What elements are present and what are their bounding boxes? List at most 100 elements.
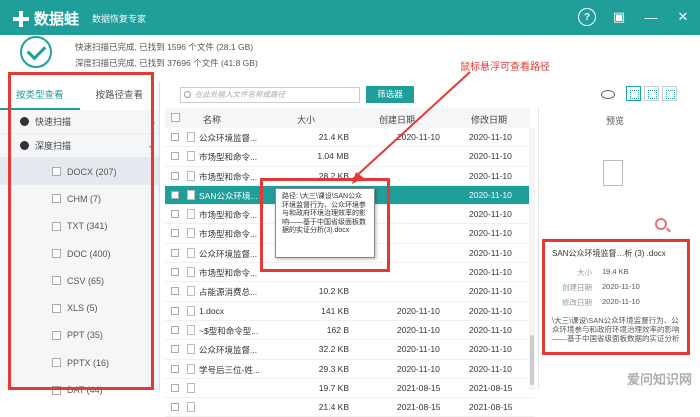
tab-by-type[interactable]: 按类型查看 [0, 82, 80, 110]
table-row[interactable]: 19.7 KB 2021-08-15 2021-08-15 [165, 379, 535, 399]
row-checkbox[interactable] [171, 171, 179, 180]
type-item[interactable]: CSV (65) [0, 267, 159, 294]
info-key: 大小 [577, 268, 592, 277]
tree-deep-scan[interactable]: 深度扫描 ⌄ [0, 134, 159, 158]
checkbox[interactable] [52, 303, 61, 313]
check-dot-icon [20, 117, 29, 126]
info-key: 创建日期 [562, 283, 592, 292]
app-subtitle: 数据恢复专家 [92, 14, 147, 24]
table-header: 名称 大小 创建日期 修改日期 [165, 108, 530, 128]
close-icon[interactable]: ✕ [674, 8, 692, 26]
tree-label: 快速扫描 [35, 117, 72, 127]
checkbox[interactable] [52, 330, 61, 340]
col-size[interactable]: 大小 [297, 113, 315, 126]
file-size: 1.04 MB [317, 151, 349, 162]
chevron-right-icon[interactable]: › [152, 117, 155, 127]
tab-by-path[interactable]: 按路径查看 [80, 82, 160, 110]
row-checkbox[interactable] [171, 190, 179, 199]
checkbox[interactable] [52, 249, 61, 259]
type-item[interactable]: DAT (44) [0, 376, 159, 403]
search-placeholder: 在此处输入文件名称或路径 [195, 90, 285, 99]
filter-button[interactable]: 筛选器 [366, 86, 414, 103]
row-checkbox[interactable] [171, 287, 179, 296]
file-modified: 2021-08-15 [469, 382, 513, 393]
checkbox[interactable] [52, 276, 61, 286]
col-name[interactable]: 名称 [203, 113, 221, 126]
checkbox[interactable] [52, 221, 61, 231]
file-created: 2020-11-10 [397, 324, 440, 335]
type-item[interactable]: PPTX (16) [0, 349, 159, 376]
row-checkbox[interactable] [171, 306, 179, 315]
type-item[interactable]: DOC (400) [0, 240, 159, 267]
file-created: 2021-08-15 [397, 382, 441, 393]
info-size: 19.4 KB [602, 267, 629, 276]
checkbox[interactable] [52, 358, 61, 368]
list-view-icon[interactable] [644, 86, 659, 101]
type-label: XLS (5) [67, 303, 98, 314]
type-item[interactable]: PPT (35) [0, 322, 159, 349]
table-row[interactable]: 1.docx 141 KB 2020-11-10 2020-11-10 [165, 302, 535, 321]
type-label: DAT (44) [67, 385, 103, 396]
checkbox[interactable] [52, 385, 61, 395]
type-item[interactable]: CHM (7) [0, 185, 159, 212]
checkbox[interactable] [52, 194, 61, 204]
file-size: 19.7 KB [318, 382, 349, 393]
file-name: 公众环境监督... [199, 133, 258, 143]
file-modified: 2020-11-10 [469, 324, 512, 335]
row-checkbox[interactable] [171, 403, 179, 412]
zoom-icon[interactable] [655, 218, 667, 230]
col-created[interactable]: 创建日期 [379, 113, 415, 126]
chevron-down-icon[interactable]: ⌄ [147, 140, 155, 151]
preview-title: 预览 [605, 116, 624, 126]
save-icon[interactable]: ▣ [610, 8, 628, 26]
file-created: 2020-11-10 [397, 132, 440, 142]
file-created: 2020-11-10 [397, 305, 440, 316]
select-all-checkbox[interactable] [171, 113, 180, 122]
row-checkbox[interactable] [171, 364, 179, 373]
detail-view-icon[interactable] [662, 86, 677, 101]
file-created: 2020-11-10 [397, 344, 440, 355]
table-row[interactable]: 公众环境监督... 21.4 KB 2020-11-10 2020-11-10 [165, 128, 535, 148]
row-checkbox[interactable] [171, 133, 179, 141]
scrollbar-thumb[interactable] [530, 335, 534, 385]
quick-scan-status: 快速扫描已完成, 已找到 1596 个文件 (28.1 GB) [75, 42, 254, 52]
row-checkbox[interactable] [171, 248, 179, 257]
table-row[interactable]: 市场型和命令... 1.04 MB 2020-11-10 [165, 147, 535, 167]
row-checkbox[interactable] [171, 383, 179, 392]
row-checkbox[interactable] [171, 345, 179, 354]
row-checkbox[interactable] [171, 229, 179, 238]
minimize-icon[interactable]: — [642, 8, 660, 26]
file-icon [187, 170, 195, 181]
file-icon [187, 267, 195, 278]
type-item[interactable]: XLS (5) [0, 294, 159, 321]
file-size: 32.2 KB [318, 344, 349, 355]
tree-quick-scan[interactable]: 快速扫描 › [0, 110, 159, 134]
type-item[interactable]: TXT (341) [0, 213, 159, 240]
file-size: 29.3 KB [318, 363, 349, 374]
search-icon [184, 91, 191, 98]
row-checkbox[interactable] [171, 152, 179, 161]
row-checkbox[interactable] [171, 210, 179, 219]
table-row[interactable]: ~$型和命令型... 162 B 2020-11-10 2020-11-10 [165, 321, 535, 341]
grid-view-icon[interactable] [626, 86, 641, 101]
info-path: \大三\课设\SAN公众环境监督行为、公众环境参与和政府环境治理效率的影响——基… [552, 316, 680, 343]
row-checkbox[interactable] [171, 268, 179, 277]
type-item[interactable]: DOCX (207) [0, 158, 159, 186]
file-modified: 2020-11-10 [469, 267, 512, 278]
table-row[interactable]: 市场型和命令... 28.2 KB 2020-11-10 [165, 167, 535, 186]
table-row[interactable]: 21.4 KB 2021-08-15 2021-08-15 [165, 398, 535, 417]
col-modified[interactable]: 修改日期 [471, 113, 507, 126]
row-checkbox[interactable] [171, 325, 179, 334]
checkbox[interactable] [52, 167, 61, 177]
eye-icon[interactable] [601, 90, 615, 99]
table-row[interactable]: 市场型和命令... 2020-11-10 [165, 263, 535, 283]
search-input[interactable]: 在此处输入文件名称或路径 [180, 87, 360, 103]
file-icon [187, 209, 195, 220]
table-row[interactable]: 公众环境监督... 32.2 KB 2020-11-10 2020-11-10 [165, 340, 535, 360]
table-row[interactable]: 学号后三位-姓... 29.3 KB 2020-11-10 2020-11-10 [165, 360, 535, 379]
file-size: 21.4 KB [318, 402, 349, 413]
path-tooltip: 路径: \大三\课设\SAN公众环境监督行为、公众环境参与和政府环境治理效率的影… [275, 188, 375, 258]
file-modified: 2020-11-10 [469, 228, 512, 239]
help-icon[interactable]: ? [578, 8, 596, 26]
table-row[interactable]: 占能源消费总... 10.2 KB 2020-11-10 [165, 282, 535, 302]
